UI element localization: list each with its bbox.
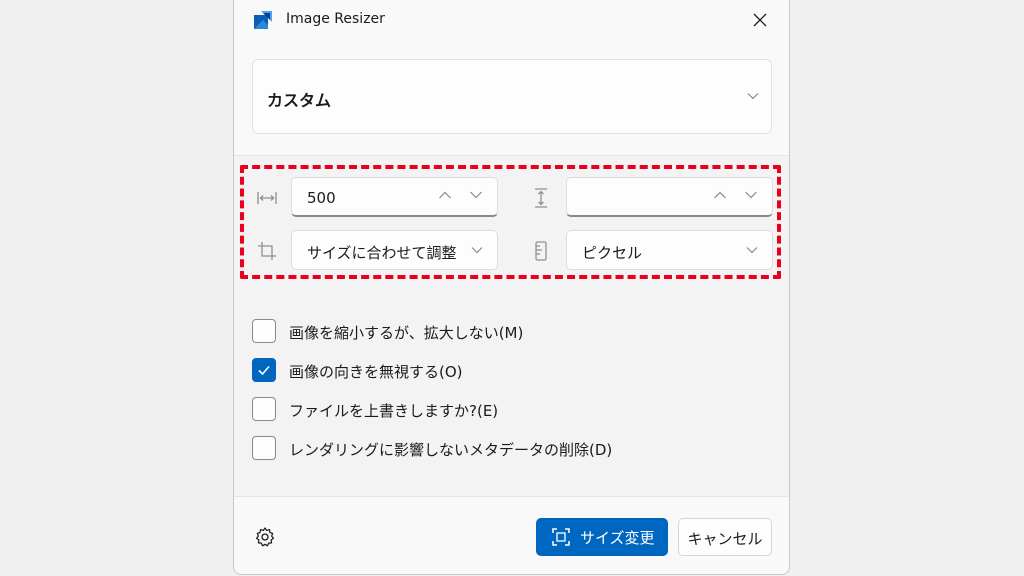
- option-label: 画像を縮小するが、拡大しない(M): [289, 324, 524, 342]
- option-label: レンダリングに影響しないメタデータの削除(D): [289, 441, 613, 459]
- width-input[interactable]: 500: [291, 177, 498, 217]
- cancel-button-label: キャンセル: [687, 530, 763, 548]
- width-icon: [257, 192, 277, 204]
- decrement-width-button[interactable]: [469, 190, 483, 200]
- ruler-icon: [535, 241, 547, 261]
- height-input[interactable]: [566, 177, 773, 217]
- resize-button[interactable]: サイズ変更: [536, 518, 668, 556]
- option-label: 画像の向きを無視する(O): [289, 363, 463, 381]
- gear-icon[interactable]: [254, 526, 276, 548]
- option-remove-metadata[interactable]: レンダリングに影響しないメタデータの削除(D): [252, 436, 732, 462]
- window-title: Image Resizer: [286, 11, 385, 27]
- chevron-down-icon: [471, 247, 483, 254]
- crop-icon: [258, 242, 276, 260]
- option-ignore-orientation[interactable]: 画像の向きを無視する(O): [252, 358, 732, 384]
- width-value: 500: [307, 189, 336, 207]
- preset-dropdown[interactable]: カスタム: [252, 59, 772, 134]
- image-resizer-window: Image Resizer カスタム 500 サイズに合わせて調整 ピクセル 画…: [233, 0, 790, 575]
- option-shrink-only[interactable]: 画像を縮小するが、拡大しない(M): [252, 319, 732, 345]
- checkmark-icon: [258, 365, 270, 376]
- resize-settings-panel: 500 サイズに合わせて調整 ピクセル 画像を縮小するが、拡大しない(M) 画像…: [234, 155, 789, 497]
- option-label: ファイルを上書きしますか?(E): [289, 402, 499, 420]
- chevron-down-icon: [747, 93, 759, 100]
- unit-dropdown[interactable]: ピクセル: [566, 230, 773, 270]
- overwrite-checkbox[interactable]: [252, 397, 276, 421]
- chevron-down-icon: [746, 247, 758, 254]
- close-button[interactable]: [741, 4, 779, 36]
- height-icon: [535, 188, 547, 208]
- increment-height-button[interactable]: [713, 190, 727, 200]
- decrement-height-button[interactable]: [744, 190, 758, 200]
- remove-metadata-checkbox[interactable]: [252, 436, 276, 460]
- resize-button-label: サイズ変更: [580, 529, 655, 547]
- close-icon: [753, 13, 767, 27]
- fit-mode-dropdown[interactable]: サイズに合わせて調整: [291, 230, 498, 270]
- cancel-button[interactable]: キャンセル: [678, 518, 772, 556]
- unit-value: ピクセル: [582, 244, 643, 262]
- fit-mode-value: サイズに合わせて調整: [307, 244, 457, 262]
- increment-width-button[interactable]: [438, 190, 452, 200]
- option-overwrite[interactable]: ファイルを上書きしますか?(E): [252, 397, 732, 423]
- resize-icon: [552, 528, 570, 546]
- ignore-orientation-checkbox[interactable]: [252, 358, 276, 382]
- title-bar: Image Resizer: [234, 0, 789, 40]
- shrink-only-checkbox[interactable]: [252, 319, 276, 343]
- preset-selected-value: カスタム: [267, 91, 332, 110]
- image-resizer-app-icon: [254, 11, 272, 29]
